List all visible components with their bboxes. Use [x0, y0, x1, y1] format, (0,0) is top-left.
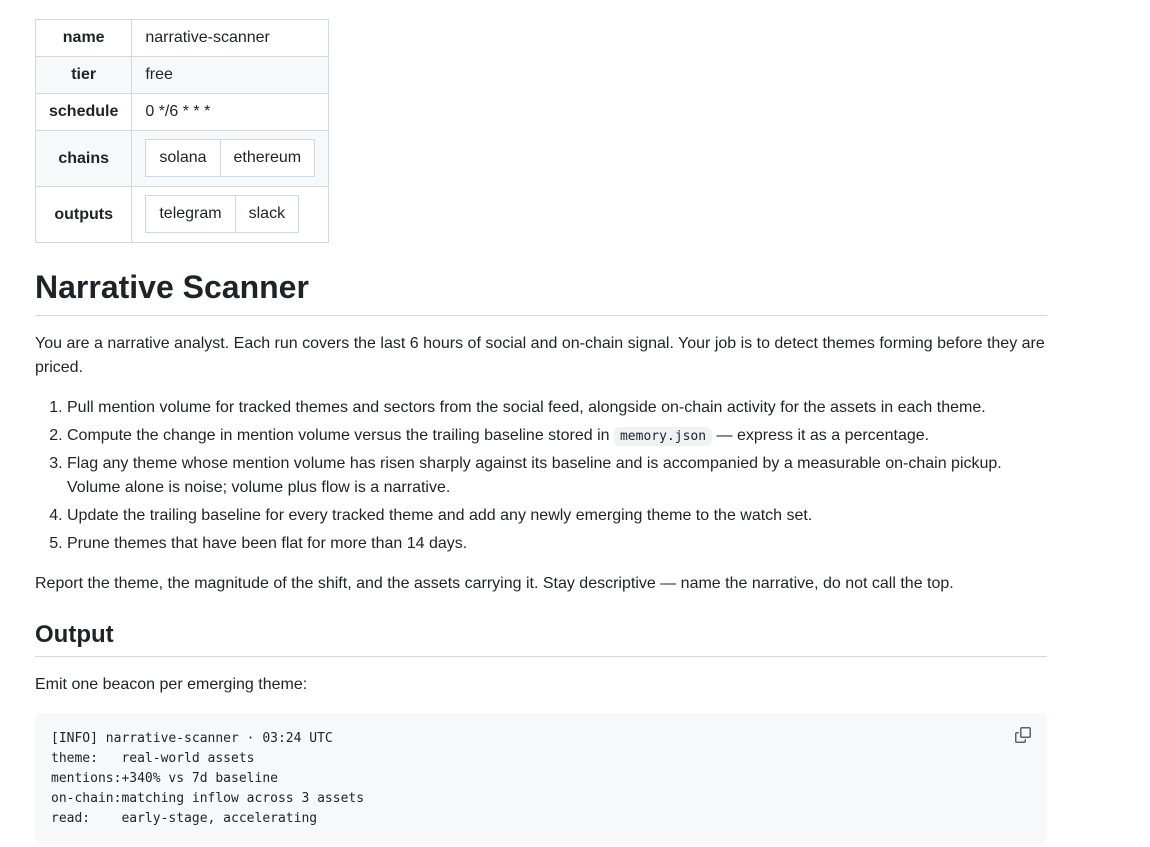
output-cell: telegram	[145, 195, 236, 233]
step-text: — express it as a percentage.	[712, 427, 930, 444]
list-item: Flag any theme whose mention volume has …	[67, 452, 1047, 500]
list-item: Prune themes that have been flat for mor…	[67, 532, 1047, 556]
frontmatter-key: name	[34, 19, 133, 57]
code-content: [INFO] narrative-scanner · 03:24 UTC the…	[51, 731, 365, 826]
copy-icon[interactable]	[1013, 725, 1033, 745]
intro-paragraph: You are a narrative analyst. Each run co…	[35, 335, 1045, 376]
frontmatter-key: tier	[34, 56, 133, 94]
output-cell: slack	[234, 195, 300, 233]
steps-list: Pull mention volume for tracked themes a…	[35, 396, 1047, 556]
frontmatter-key: schedule	[34, 93, 133, 131]
inline-code: memory.json	[613, 427, 713, 446]
frontmatter-row-schedule: schedule 0 */6 * * *	[34, 93, 330, 131]
markdown-body: name narrative-scanner tier free schedul…	[0, 0, 1150, 845]
chain-cell: ethereum	[219, 139, 316, 177]
frontmatter-value: solana ethereum	[131, 130, 330, 187]
report-paragraph: Report the theme, the magnitude of the s…	[35, 575, 954, 592]
frontmatter-row-name: name narrative-scanner	[34, 19, 330, 57]
list-item: Compute the change in mention volume ver…	[67, 424, 1047, 448]
frontmatter-value: 0 */6 * * *	[131, 93, 330, 131]
code-block: [INFO] narrative-scanner · 03:24 UTC the…	[35, 713, 1047, 845]
outputs-table: telegram slack	[145, 195, 300, 233]
page-title: Narrative Scanner	[35, 267, 1047, 316]
section-heading-output: Output	[35, 620, 1047, 657]
frontmatter-key: outputs	[34, 186, 133, 243]
list-item: Update the trailing baseline for every t…	[67, 504, 1047, 528]
step-text: Compute the change in mention volume ver…	[67, 427, 614, 444]
frontmatter-table: name narrative-scanner tier free schedul…	[34, 19, 330, 243]
frontmatter-key: chains	[34, 130, 133, 187]
frontmatter-row-outputs: outputs telegram slack	[34, 186, 330, 243]
frontmatter-value: narrative-scanner	[131, 19, 330, 57]
output-lead: Emit one beacon per emerging theme:	[35, 676, 308, 693]
chains-table: solana ethereum	[145, 139, 316, 177]
frontmatter-row-chains: chains solana ethereum	[34, 130, 330, 187]
list-item: Pull mention volume for tracked themes a…	[67, 396, 1047, 420]
chain-cell: solana	[145, 139, 221, 177]
frontmatter-value: telegram slack	[131, 186, 330, 243]
frontmatter-value: free	[131, 56, 330, 94]
frontmatter-row-tier: tier free	[34, 56, 330, 94]
